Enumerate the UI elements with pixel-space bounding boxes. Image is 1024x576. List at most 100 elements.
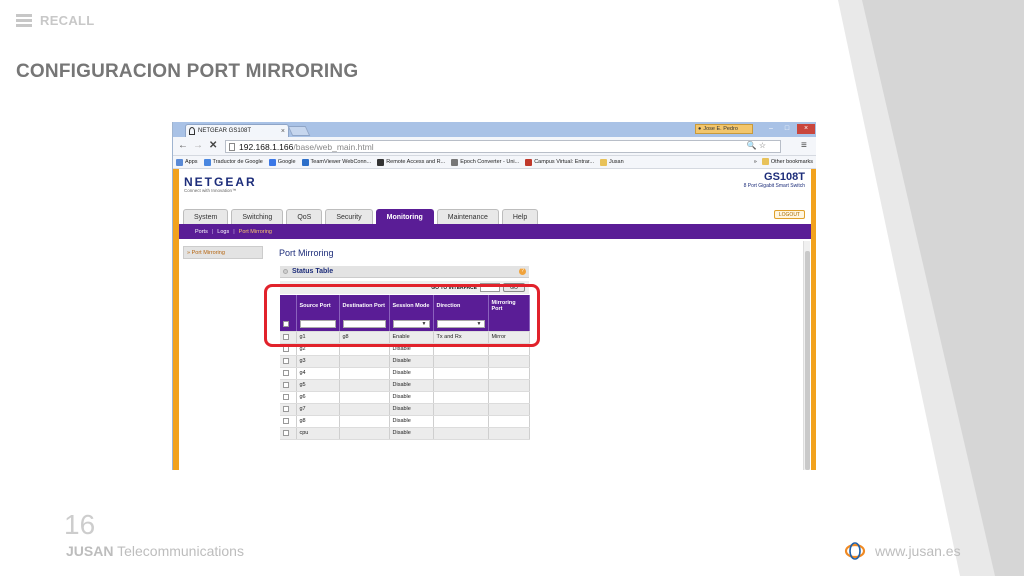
tab-maintenance[interactable]: Maintenance [436,209,499,224]
cell-source: g6 [296,391,340,404]
cell-direction [433,355,489,368]
maximize-button[interactable]: □ [781,124,793,134]
cell-destination [339,403,390,416]
recall-label: RECALL [40,13,95,28]
bookmarks-more[interactable]: » [754,159,757,165]
subnav-port-mirroring[interactable]: Port Mirroring [239,229,272,235]
bookmark-google[interactable]: Google [268,158,296,166]
other-bookmarks[interactable]: Other bookmarks [761,158,813,165]
tab-qos[interactable]: QoS [286,209,323,224]
browser-menu-icon[interactable]: ≡ [801,140,807,151]
bookmark-label: Remote Access and R... [386,159,446,165]
back-arrow-icon[interactable]: ← [178,140,188,151]
tab-help[interactable]: Help [501,209,539,224]
translate-icon [203,158,211,166]
cell-destination [339,415,390,428]
table-row[interactable]: g4 Disable [280,367,530,380]
slide: RECALL CONFIGURACION PORT MIRRORING NETG… [0,0,1024,576]
table-row[interactable]: g8 Disable [280,415,530,428]
status-table-header[interactable]: Status Table ? [280,266,529,278]
minimize-button[interactable]: – [765,124,777,134]
row-checkbox[interactable] [283,417,289,424]
tab-security[interactable]: Security [325,209,373,224]
row-checkbox[interactable] [283,393,289,400]
page-number: 16 [64,509,96,540]
scroll-thumb[interactable] [805,251,810,470]
tab-close-icon[interactable]: × [281,128,285,135]
bookmark-campus[interactable]: Campus Virtual: Entrar... [525,158,594,166]
user-badge[interactable]: ● Jose E. Pedro [695,124,753,134]
bookmark-label: Campus Virtual: Entrar... [534,159,594,165]
table-row[interactable]: g6 Disable [280,391,530,404]
collapse-icon[interactable] [283,269,288,274]
footer-url[interactable]: www.jusan.es [875,543,961,559]
bookmark-jusan[interactable]: Jusan [600,158,624,166]
help-icon[interactable]: ? [519,268,526,275]
row-checkbox[interactable] [283,405,289,412]
url-path: /base/web_main.html [293,141,374,152]
tab-switching[interactable]: Switching [231,209,284,224]
new-tab-button[interactable] [287,126,311,136]
orange-border-right [811,169,816,470]
url-action-icons[interactable]: 🔍 ☆ [747,141,766,150]
cell-mirroring [488,379,530,392]
bookmark-translate[interactable]: Traductor de Google [203,158,263,166]
cell-session: Disable [389,379,434,392]
subnav-ports[interactable]: Ports [195,229,208,235]
tab-title: NETGEAR GS108T [198,128,252,134]
address-bar[interactable]: 192.168.1.166 /base/web_main.html 🔍 ☆ [225,140,781,153]
stop-loading-icon[interactable]: ✕ [209,140,217,151]
cell-mirroring [488,355,530,368]
device-description: 8 Port Gigabit Smart Switch [743,183,805,189]
bookmarks-bar: Apps Traductor de Google Google TeamView… [173,156,816,169]
folder-icon [761,158,769,165]
bookmark-epoch[interactable]: Epoch Converter - Uni... [451,158,519,166]
jusan-logo-icon [844,542,866,560]
slide-title: CONFIGURACION PORT MIRRORING [16,61,359,82]
orange-border-left [173,169,179,470]
teamviewer-icon [301,158,309,166]
remote-access-icon [377,158,385,166]
row-checkbox[interactable] [283,369,289,376]
cell-destination [339,391,390,404]
forward-arrow-icon[interactable]: → [193,140,203,151]
hamburger-icon[interactable] [16,14,32,27]
bookmark-label: Google [277,159,296,165]
apps-grid-icon [176,158,183,166]
table-row[interactable]: cpu Disable [280,427,530,440]
cell-session: Disable [389,355,434,368]
cell-direction [433,379,489,392]
table-row[interactable]: g5 Disable [280,379,530,392]
cell-destination [339,379,390,392]
row-checkbox[interactable] [283,381,289,388]
close-window-button[interactable]: × [797,124,815,134]
subnav-logs[interactable]: Logs [217,229,229,235]
campus-icon [525,158,533,166]
page-scrollbar[interactable] [803,241,810,470]
cell-session: Disable [389,391,434,404]
row-checkbox[interactable] [283,357,289,364]
bookmark-teamviewer[interactable]: TeamViewer WebConn... [301,158,371,166]
recall-menu[interactable]: RECALL [16,13,95,28]
table-row[interactable]: g7 Disable [280,403,530,416]
footer-brand: JUSAN Telecommunications [66,543,244,559]
page-title: Port Mirroring [279,248,334,258]
logout-button[interactable]: LOGOUT [773,210,805,219]
url-host: 192.168.1.166 [239,141,294,152]
bookmark-remote-access[interactable]: Remote Access and R... [377,158,446,166]
cell-source: g5 [296,379,340,392]
cell-direction [433,367,489,380]
left-menu-port-mirroring[interactable]: » Port Mirroring [183,246,263,259]
clock-icon [451,158,459,166]
bookmark-label: Jusan [609,159,624,165]
tab-system[interactable]: System [183,209,229,224]
table-row[interactable]: g3 Disable [280,355,530,368]
cell-direction [433,391,489,404]
cell-direction [433,427,489,440]
bookmark-apps[interactable]: Apps [176,158,198,166]
browser-tab[interactable]: NETGEAR GS108T × [185,124,289,137]
tab-monitoring[interactable]: Monitoring [375,209,434,224]
row-checkbox[interactable] [283,429,289,436]
status-table-label: Status Table [292,268,334,275]
cell-session: Disable [389,367,434,380]
